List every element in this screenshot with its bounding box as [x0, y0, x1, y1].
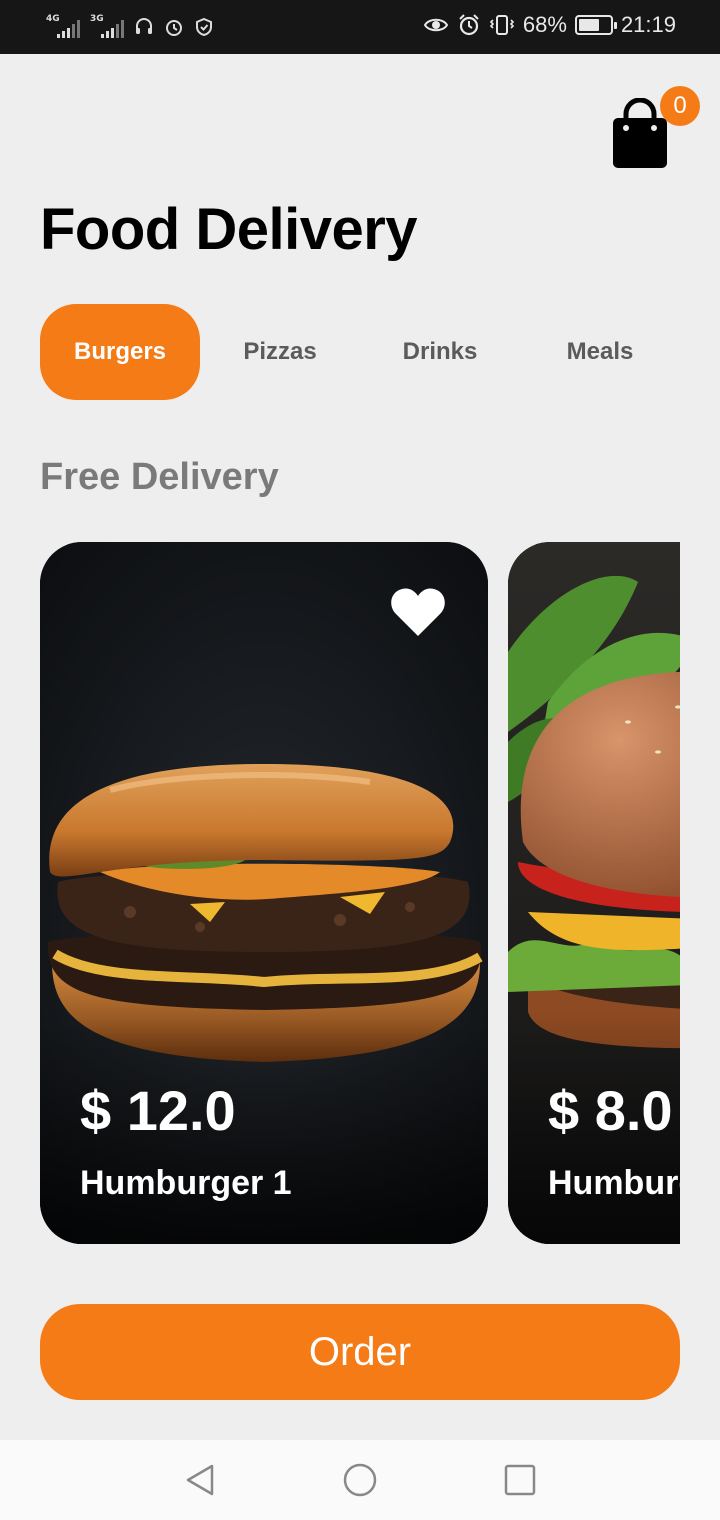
section-title: Free Delivery [40, 456, 279, 498]
shield-icon [196, 17, 212, 37]
status-bar: 4G 3G 68% 21:19 [0, 0, 720, 54]
eye-icon [423, 18, 449, 32]
order-button[interactable]: Order [40, 1304, 680, 1400]
product-price: $ 8.0 [548, 1079, 673, 1142]
tab-drinks[interactable]: Drinks [360, 304, 520, 400]
recents-icon[interactable] [502, 1462, 538, 1498]
alarm-icon [166, 20, 182, 36]
heart-icon[interactable] [390, 586, 446, 638]
status-bar-right: 68% 21:19 [423, 12, 676, 38]
tab-pizzas[interactable]: Pizzas [200, 304, 360, 400]
cart-count-badge: 0 [660, 86, 700, 126]
headset-icon [136, 18, 152, 34]
category-tabs: Burgers Pizzas Drinks Meals [40, 304, 680, 400]
tab-burgers[interactable]: Burgers [40, 304, 200, 400]
product-name: Humburger 2 [548, 1164, 680, 1202]
product-price: $ 12.0 [80, 1079, 236, 1142]
battery-fill [578, 19, 600, 31]
clock: 21:19 [620, 12, 676, 37]
product-carousel[interactable]: $ 12.0 Humburger 1 $ 8.0 Humbur [40, 542, 680, 1244]
product-card[interactable]: $ 8.0 Humburger 2 [508, 542, 680, 1244]
tab-meals[interactable]: Meals [520, 304, 680, 400]
battery-icon [574, 15, 617, 35]
product-card[interactable]: $ 12.0 Humburger 1 [40, 542, 488, 1244]
home-icon[interactable] [342, 1462, 378, 1498]
back-icon[interactable] [182, 1462, 218, 1498]
battery-percent: 68% [522, 12, 567, 37]
signal-4g-icon: 4G [46, 14, 80, 40]
alarm-clock-icon [459, 14, 479, 36]
status-bar-left: 4G 3G [46, 14, 214, 40]
navigation-bar [0, 1440, 720, 1520]
signal-3g-icon: 3G [90, 14, 124, 40]
vibrate-icon [489, 15, 515, 35]
page-title: Food Delivery [40, 197, 418, 262]
product-name: Humburger 1 [80, 1164, 292, 1202]
